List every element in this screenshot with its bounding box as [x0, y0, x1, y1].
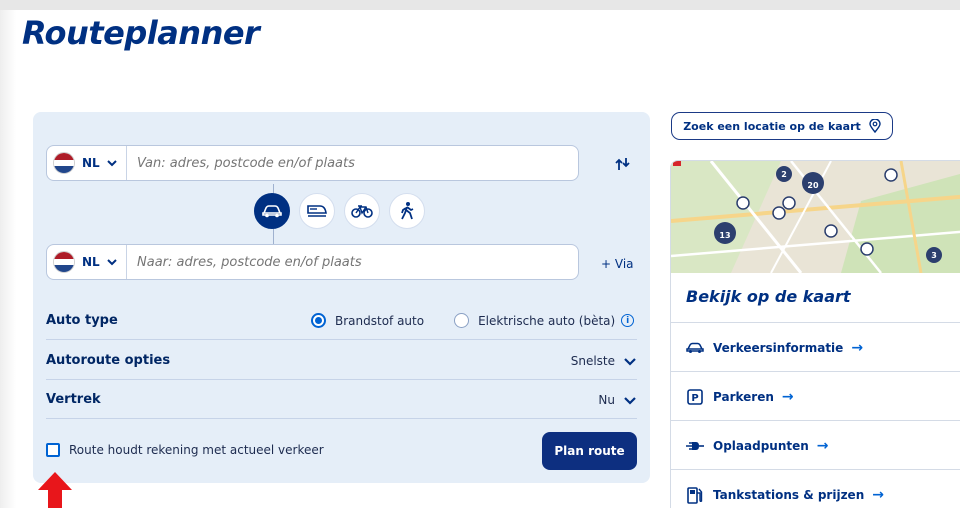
route-options-value: Snelste	[570, 353, 615, 368]
from-field: NL	[46, 145, 579, 181]
map-marker-count: 3	[931, 251, 937, 260]
to-field: NL	[46, 244, 579, 280]
auto-type-row: Auto type Brandstof auto Elektrische aut…	[46, 302, 637, 340]
traffic-checkbox-label[interactable]: Route houdt rekening met actueel verkeer	[69, 443, 324, 457]
svg-text:P: P	[691, 393, 698, 404]
radio-electric-car-label[interactable]: Elektrische auto (bèta)	[478, 314, 615, 328]
departure-label: Vertrek	[46, 392, 101, 407]
map-marker-count: 13	[719, 231, 730, 240]
auto-type-label: Auto type	[46, 313, 118, 328]
mode-train-button[interactable]	[299, 193, 335, 229]
parking-icon: P	[687, 388, 703, 405]
location-pin-icon	[869, 119, 881, 133]
map-marker-parking[interactable]	[772, 206, 786, 220]
bicycle-icon	[351, 205, 373, 218]
map-marker-count: 2	[781, 170, 787, 179]
search-location-map-button[interactable]: Zoek een locatie op de kaart	[671, 112, 893, 140]
transport-mode-selector	[254, 193, 425, 229]
netherlands-flag-icon	[53, 152, 75, 174]
departure-value: Nu	[598, 392, 615, 407]
fuel-pump-icon	[687, 486, 703, 504]
mode-car-button[interactable]	[254, 193, 290, 229]
chevron-down-icon	[106, 259, 117, 266]
to-country-select[interactable]: NL	[47, 245, 127, 279]
map-marker-parking[interactable]	[884, 168, 898, 182]
map-marker-parking[interactable]	[736, 196, 750, 210]
departure-row[interactable]: Vertrek Nu	[46, 381, 637, 419]
departure-select[interactable]: Nu	[598, 393, 637, 407]
mode-walking-button[interactable]	[389, 193, 425, 229]
traffic-checkbox-row[interactable]: Route houdt rekening met actueel verkeer	[46, 443, 324, 457]
map-marker-parking[interactable]	[782, 196, 796, 210]
view-on-map-title[interactable]: Bekijk op de kaart	[686, 287, 851, 306]
walking-icon	[401, 202, 414, 220]
radio-fuel-car-label[interactable]: Brandstof auto	[335, 314, 424, 328]
arrow-right-icon: →	[816, 437, 829, 454]
search-location-map-label: Zoek een locatie op de kaart	[683, 119, 861, 133]
from-country-code: NL	[82, 156, 100, 170]
traffic-checkbox[interactable]	[46, 443, 60, 457]
link-parking-label: Parkeren	[713, 389, 774, 404]
map-marker-count: 20	[807, 181, 819, 190]
link-fuel-stations[interactable]: Tankstations & prijzen →	[671, 469, 960, 508]
chevron-down-icon	[624, 396, 636, 405]
arrow-right-icon: →	[781, 388, 794, 405]
swap-arrows-icon	[615, 158, 630, 170]
map-card: 20 13 2 3 Bekijk op de kaart Verkeersinf…	[670, 160, 960, 508]
plan-route-button[interactable]: Plan route	[542, 432, 637, 470]
arrow-right-icon: →	[851, 339, 864, 356]
car-icon	[262, 205, 282, 218]
link-parking[interactable]: P Parkeren →	[671, 371, 960, 421]
route-options-label: Autoroute opties	[46, 353, 171, 368]
info-icon[interactable]: i	[621, 314, 635, 327]
radio-fuel-car[interactable]	[311, 313, 326, 328]
map-marker-parking[interactable]	[860, 242, 874, 256]
route-options-select[interactable]: Snelste	[571, 354, 637, 368]
map-preview[interactable]: 20 13 2 3	[671, 161, 960, 273]
mode-bicycle-button[interactable]	[344, 193, 380, 229]
add-via-button[interactable]: + Via	[601, 257, 634, 271]
netherlands-flag-icon	[53, 251, 75, 273]
page-title: Routeplanner	[22, 14, 260, 52]
train-icon	[307, 205, 327, 217]
swap-direction-button[interactable]	[611, 152, 635, 176]
arrow-right-icon: →	[872, 486, 884, 503]
radio-electric-car[interactable]	[454, 313, 470, 328]
link-charging-points[interactable]: Oplaadpunten →	[671, 420, 960, 470]
route-options-row[interactable]: Autoroute opties Snelste	[46, 342, 637, 380]
to-address-input[interactable]	[137, 254, 557, 270]
car-icon	[686, 342, 704, 353]
charging-plug-icon	[686, 441, 704, 450]
annotation-arrow-up-icon	[38, 472, 72, 508]
from-address-input[interactable]	[137, 155, 557, 171]
link-fuel-stations-label: Tankstations & prijzen	[713, 487, 865, 502]
to-country-code: NL	[82, 255, 100, 269]
link-traffic-info-label: Verkeersinformatie	[713, 340, 844, 355]
from-country-select[interactable]: NL	[47, 146, 127, 180]
link-traffic-info[interactable]: Verkeersinformatie →	[671, 322, 960, 372]
route-planner-panel: NL NL + Via	[33, 112, 650, 483]
link-charging-points-label: Oplaadpunten	[713, 438, 809, 453]
chevron-down-icon	[106, 160, 117, 167]
map-marker-parking[interactable]	[824, 224, 838, 238]
auto-type-options: Brandstof auto Elektrische auto (bèta) i	[311, 313, 635, 328]
page-edge	[0, 10, 16, 508]
chevron-down-icon	[624, 357, 636, 366]
